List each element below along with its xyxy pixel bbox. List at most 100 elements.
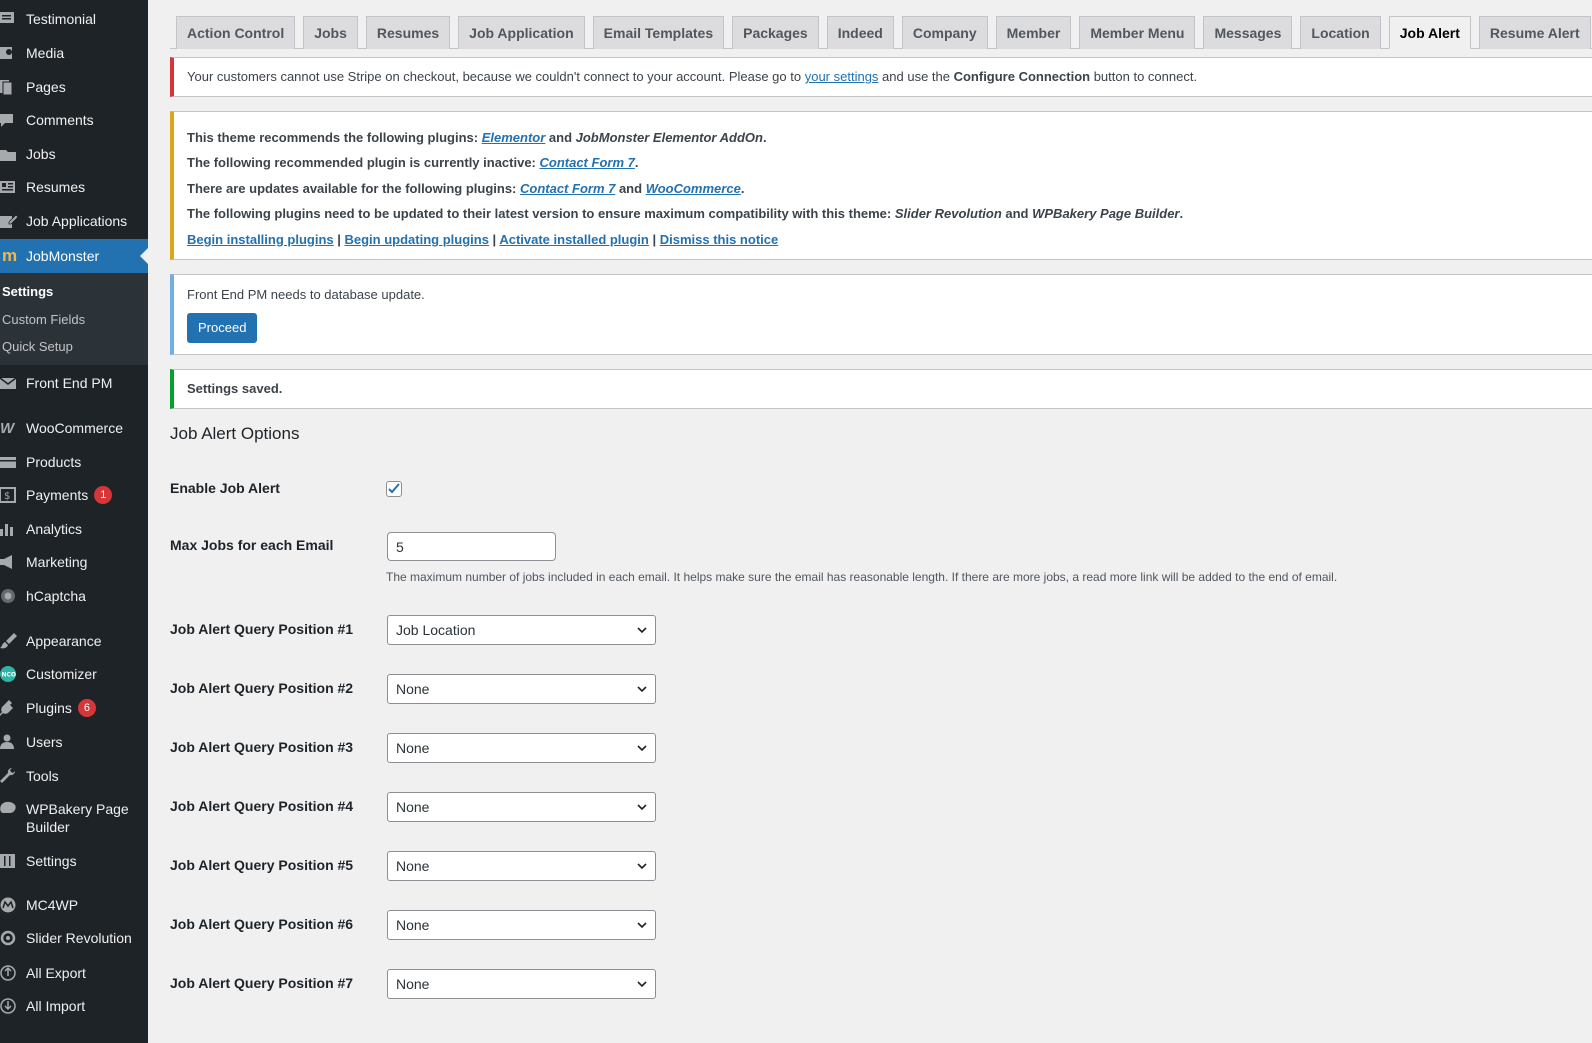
query-position-6-select[interactable]: None xyxy=(387,910,656,940)
tab-member-menu[interactable]: Member Menu xyxy=(1079,16,1196,49)
query-position-3-select[interactable]: None xyxy=(387,733,656,763)
chevron-down-icon xyxy=(637,627,647,634)
menu-item-all-export[interactable]: All Export xyxy=(0,964,148,982)
tab-job-alert[interactable]: Job Alert xyxy=(1388,16,1471,49)
query-position-6-label: Job Alert Query Position #6 xyxy=(170,916,354,932)
menu-item-jobmonster[interactable]: m JobMonster xyxy=(0,239,148,273)
query-position-2-select[interactable]: None xyxy=(387,674,656,704)
elementor-link[interactable]: Elementor xyxy=(482,130,546,145)
wrench-icon xyxy=(0,767,20,785)
woocommerce-update-link[interactable]: WooCommerce xyxy=(646,181,741,196)
dismiss-notice-link[interactable]: Dismiss this notice xyxy=(660,232,778,247)
submenu-quick-setup[interactable]: Quick Setup xyxy=(2,339,73,354)
proceed-button[interactable]: Proceed xyxy=(187,313,258,343)
menu-item-comments[interactable]: Comments xyxy=(0,111,148,129)
menu-item-jobs[interactable]: Jobs xyxy=(0,145,148,163)
admin-sidebar: Testimonial Media Pages Comments Jobs Re… xyxy=(0,0,148,1043)
tab-indeed[interactable]: Indeed xyxy=(826,16,894,49)
chevron-down-icon xyxy=(637,863,647,870)
submenu-settings[interactable]: Settings xyxy=(2,284,53,299)
menu-item-analytics[interactable]: Analytics xyxy=(0,520,148,538)
query-position-7-select[interactable]: None xyxy=(387,969,656,999)
media-icon xyxy=(0,44,20,62)
query-position-7-label: Job Alert Query Position #7 xyxy=(170,975,354,991)
payments-icon: $ xyxy=(0,486,20,504)
menu-item-woocommerce[interactable]: W WooCommerce xyxy=(0,419,148,437)
chevron-down-icon xyxy=(637,745,647,752)
tab-resume-alert[interactable]: Resume Alert xyxy=(1478,16,1591,49)
tab-resumes[interactable]: Resumes xyxy=(365,16,451,49)
activate-installed-plugin-link[interactable]: Activate installed plugin xyxy=(499,232,649,247)
settings-icon xyxy=(0,852,20,870)
submenu-custom-fields[interactable]: Custom Fields xyxy=(2,312,85,327)
menu-item-pages[interactable]: Pages xyxy=(0,78,148,96)
section-title: Job Alert Options xyxy=(170,424,300,443)
plugins-count-badge: 6 xyxy=(77,699,96,717)
contact-form-7-link[interactable]: Contact Form 7 xyxy=(540,155,635,170)
import-icon xyxy=(0,997,20,1015)
query-position-1-label: Job Alert Query Position #1 xyxy=(170,621,354,637)
menu-item-tools[interactable]: Tools xyxy=(0,767,148,785)
settings-saved-notice: Settings saved. xyxy=(170,369,1592,409)
menu-item-slider-revolution[interactable]: Slider Revolution xyxy=(0,929,148,947)
tab-messages[interactable]: Messages xyxy=(1203,16,1293,49)
menu-item-plugins[interactable]: Plugins 6 xyxy=(0,699,148,717)
tab-action-control[interactable]: Action Control xyxy=(176,16,296,49)
enable-job-alert-label: Enable Job Alert xyxy=(170,480,280,496)
chevron-down-icon xyxy=(637,981,647,988)
checkmark-icon xyxy=(388,483,400,494)
menu-item-settings[interactable]: Settings xyxy=(0,852,148,870)
contact-form-7-update-link[interactable]: Contact Form 7 xyxy=(520,181,615,196)
megaphone-icon xyxy=(0,553,20,571)
analytics-icon xyxy=(0,520,20,538)
your-settings-link[interactable]: your settings xyxy=(805,69,879,84)
query-position-3-label: Job Alert Query Position #3 xyxy=(170,739,354,755)
begin-updating-plugins-link[interactable]: Begin updating plugins xyxy=(345,232,489,247)
query-position-4-select[interactable]: None xyxy=(387,792,656,822)
menu-item-appearance[interactable]: Appearance xyxy=(0,632,148,650)
menu-item-marketing[interactable]: Marketing xyxy=(0,553,148,571)
plugin-recommendations-notice: This theme recommends the following plug… xyxy=(170,111,1592,260)
menu-item-mc4wp[interactable]: MC4WP xyxy=(0,896,148,914)
max-jobs-description: The maximum number of jobs included in e… xyxy=(386,570,1338,584)
enable-job-alert-checkbox[interactable] xyxy=(386,481,402,497)
products-icon xyxy=(0,453,20,471)
plugins-icon xyxy=(0,699,20,717)
menu-item-job-applications[interactable]: Job Applications xyxy=(0,212,148,230)
slider-revolution-icon xyxy=(0,929,20,947)
chevron-down-icon xyxy=(637,922,647,929)
menu-item-wpbakery[interactable]: WPBakery Page Builder xyxy=(0,800,148,836)
max-jobs-label: Max Jobs for each Email xyxy=(170,537,334,553)
menu-item-media[interactable]: Media xyxy=(0,44,148,62)
menu-item-front-end-pm[interactable]: Front End PM xyxy=(0,374,148,392)
query-position-5-select[interactable]: None xyxy=(387,851,656,881)
jobmonster-logo-icon: m xyxy=(2,246,18,265)
wpbakery-icon xyxy=(0,800,20,818)
menu-item-testimonial[interactable]: Testimonial xyxy=(0,10,148,28)
menu-item-resumes[interactable]: Resumes xyxy=(0,178,148,196)
query-position-5-label: Job Alert Query Position #5 xyxy=(170,857,354,873)
menu-item-all-import[interactable]: All Import xyxy=(0,997,148,1015)
hcaptcha-icon xyxy=(0,587,20,605)
menu-item-customizer[interactable]: NCO Customizer xyxy=(0,665,148,683)
tab-email-templates[interactable]: Email Templates xyxy=(592,16,725,49)
svg-text:$: $ xyxy=(4,491,10,502)
begin-installing-plugins-link[interactable]: Begin installing plugins xyxy=(187,232,334,247)
query-position-4-label: Job Alert Query Position #4 xyxy=(170,798,354,814)
fepm-update-notice: Front End PM needs to database update. P… xyxy=(170,274,1592,355)
query-position-1-select[interactable]: Job Location xyxy=(387,615,656,645)
menu-item-payments[interactable]: $ Payments 1 xyxy=(0,486,148,504)
payments-count-badge: 1 xyxy=(94,486,113,504)
menu-item-hcaptcha[interactable]: hCaptcha xyxy=(0,587,148,605)
max-jobs-input[interactable] xyxy=(387,532,556,561)
paintbrush-icon xyxy=(0,632,20,650)
menu-item-users[interactable]: Users xyxy=(0,733,148,751)
tab-member[interactable]: Member xyxy=(995,16,1072,49)
jobs-icon xyxy=(0,145,20,163)
tab-location[interactable]: Location xyxy=(1300,16,1381,49)
tab-jobs[interactable]: Jobs xyxy=(303,16,358,49)
menu-item-products[interactable]: Products xyxy=(0,453,148,471)
tab-packages[interactable]: Packages xyxy=(732,16,819,49)
tab-job-application[interactable]: Job Application xyxy=(458,16,585,49)
tab-company[interactable]: Company xyxy=(901,16,988,49)
